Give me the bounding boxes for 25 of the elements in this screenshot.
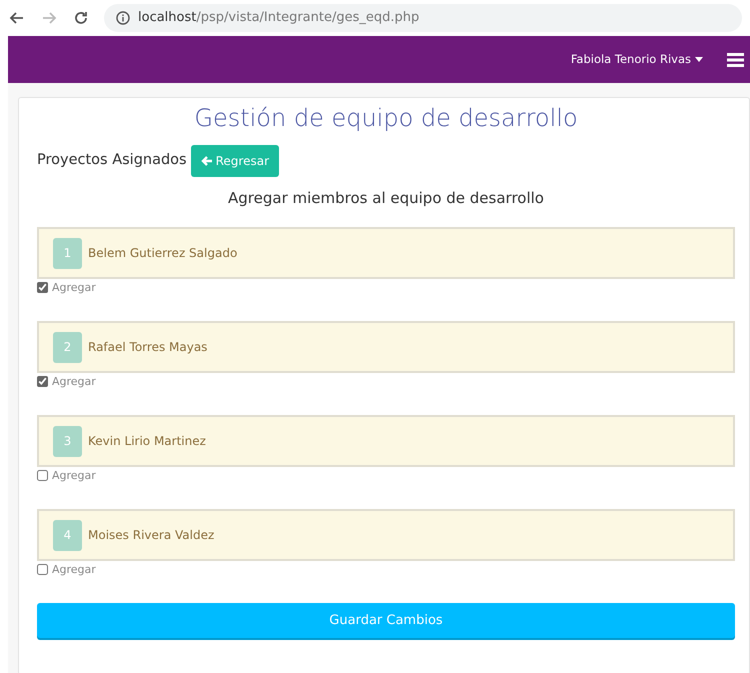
page-title: Gestión de equipo de desarrollo	[193, 104, 579, 133]
checkbox-label: Agregar	[52, 280, 96, 296]
checkbox-label: Agregar	[52, 468, 96, 484]
user-menu[interactable]: Fabiola Tenorio Rivas	[570, 50, 703, 68]
section-subtitle: Agregar miembros al equipo de desarrollo	[227, 188, 545, 209]
caret-icon	[695, 57, 703, 62]
member-name: Moises Rivera Valdez	[88, 527, 214, 544]
member-name: Rafael Torres Mayas	[88, 339, 208, 356]
projects-label: Proyectos Asignados	[37, 150, 187, 170]
number-badge: 3	[53, 426, 82, 457]
checkbox-label: Agregar	[52, 562, 96, 578]
member-name: Belem Gutierrez Salgado	[88, 245, 238, 262]
add-checkbox[interactable]	[37, 564, 48, 576]
info-icon[interactable]	[116, 11, 130, 25]
arrow-left-icon	[200, 156, 212, 166]
add-checkbox[interactable]	[37, 470, 48, 482]
number-badge: 1	[53, 238, 82, 269]
reload-icon[interactable]	[72, 9, 90, 27]
checkbox-label: Agregar	[52, 374, 96, 390]
member-name: Kevin Lirio Martinez	[88, 433, 206, 450]
number-badge: 4	[53, 520, 82, 551]
number-badge: 2	[53, 332, 82, 363]
add-checkbox[interactable]	[37, 376, 48, 388]
menu-icon[interactable]	[727, 52, 744, 66]
add-checkbox[interactable]	[37, 282, 48, 294]
